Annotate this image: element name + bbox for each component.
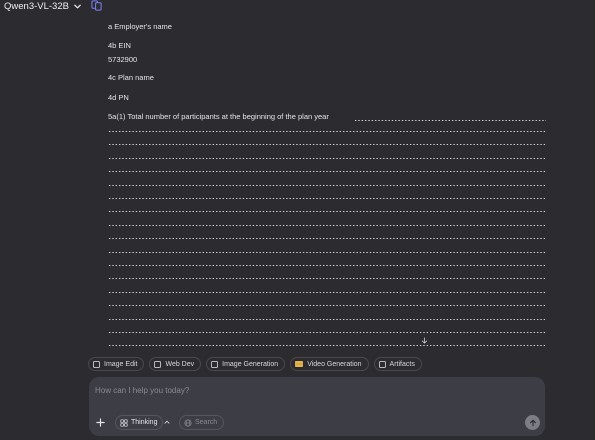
dot-leader [108,165,546,174]
dot-leader [108,125,546,134]
dot-leader [108,259,546,268]
dot-leader [108,299,546,308]
chip-label: Web Dev [165,360,195,368]
chip-image-edit[interactable]: Image Edit [88,357,145,371]
message-composer: Thinking Search [89,377,545,436]
dot-leader [108,205,546,214]
dot-leader [354,114,546,123]
chip-video-generation[interactable]: Video Generation [290,357,369,371]
dot-leader [108,152,546,161]
plus-icon[interactable] [96,418,105,427]
dot-leader [108,138,546,147]
dot-leader [108,179,546,188]
dot-leader [108,192,546,201]
chevron-up-icon[interactable] [163,418,171,426]
message-line: 4b EIN [108,41,131,50]
dot-leader [108,219,546,228]
message-line: 4c Plan name [108,73,154,82]
scroll-down-button[interactable] [419,335,429,345]
arrow-down-icon [421,336,427,344]
chip-web-dev[interactable]: Web Dev [149,357,202,371]
thinking-label: Thinking [131,419,158,426]
search-toggle[interactable]: Search [179,415,225,430]
search-label: Search [195,419,218,426]
thinking-icon [120,418,128,427]
chip-label: Video Generation [307,360,362,368]
message-line: 5732900 [108,55,138,64]
arrow-up-icon [529,419,536,426]
send-button[interactable] [525,415,540,430]
message-input[interactable] [95,383,515,397]
dot-leader [108,232,546,241]
globe-icon [184,418,192,427]
dot-leader [108,313,546,322]
model-name: Qwen3-VL-32B [4,0,69,12]
dot-leader [108,246,546,255]
chip-image-generation[interactable]: Image Generation [206,357,286,371]
split-view-icon[interactable] [91,0,102,11]
message-line: 4d PN [108,93,129,102]
dot-leader [108,272,546,281]
feature-chips: Image Edit Web Dev Image Generation Vide… [88,357,422,371]
image-generation-icon [211,360,219,368]
artifacts-icon [378,360,386,368]
message-line: a Employer's name [108,22,172,31]
thinking-toggle[interactable]: Thinking [115,415,164,430]
web-dev-icon [154,360,162,368]
chip-label: Image Generation [222,360,279,368]
dot-leader [108,326,546,335]
chip-label: Image Edit [104,360,138,368]
assistant-message: a Employer's name 4b EIN 5732900 4c Plan… [108,0,546,352]
image-edit-icon [93,360,100,368]
dot-leader [108,339,546,348]
chevron-down-icon [74,4,81,8]
model-selector[interactable]: Qwen3-VL-32B [4,0,82,12]
chip-artifacts[interactable]: Artifacts [373,357,422,371]
message-line: 5a(1) Total number of participants at th… [108,112,329,121]
dot-leader [108,286,546,295]
video-generation-icon [295,361,304,367]
chip-label: Artifacts [389,360,415,368]
